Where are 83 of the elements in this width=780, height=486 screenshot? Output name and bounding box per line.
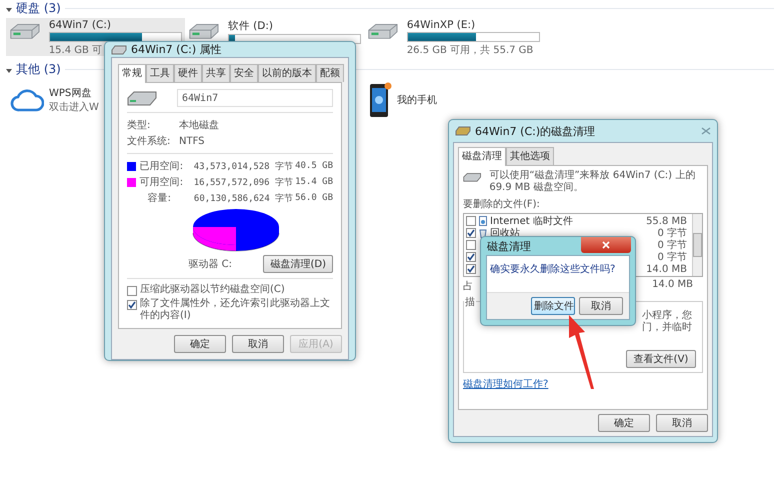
- tab[interactable]: 配额: [316, 64, 344, 82]
- section-title[interactable]: 其他 (3): [16, 61, 61, 78]
- byte-count: 60,130,586,624 字节: [194, 192, 294, 204]
- field-label: 容量:: [146, 192, 172, 205]
- item-subtitle: 双击进入W: [49, 100, 99, 114]
- drive-label: 驱动器 C:: [187, 258, 233, 271]
- size-value: 15.4 GB: [295, 177, 333, 187]
- field-label: 文件系统:: [127, 134, 172, 148]
- checkbox[interactable]: [127, 286, 137, 296]
- checkbox[interactable]: [127, 300, 137, 310]
- hard-drive-icon: [367, 22, 399, 40]
- checkbox[interactable]: [466, 252, 476, 262]
- dialog-button[interactable]: 删除文件: [531, 297, 575, 315]
- checkbox[interactable]: [466, 264, 476, 274]
- field-label: 类型:: [127, 118, 152, 132]
- section-title[interactable]: 硬盘 (3): [16, 0, 61, 17]
- drive-name: 软件 (D:): [228, 19, 274, 33]
- group-label: 描: [464, 295, 476, 309]
- byte-count: 43,573,014,528 字节: [194, 160, 294, 172]
- tab[interactable]: 工具: [146, 64, 174, 82]
- byte-count: 16,557,572,096 字节: [194, 176, 294, 188]
- dialog-button[interactable]: 取消: [232, 335, 284, 353]
- file-size: 14.0 MB: [646, 264, 688, 274]
- scrollbar[interactable]: [692, 214, 702, 276]
- dialog-button[interactable]: 取消: [656, 414, 708, 432]
- checkbox-label[interactable]: 压缩此驱动器以节约磁盘空间(C): [140, 284, 285, 296]
- tab[interactable]: 共享: [202, 64, 230, 82]
- checkbox[interactable]: [466, 228, 476, 238]
- drive-name: 64Win7 (C:): [48, 19, 112, 31]
- file-category[interactable]: Internet 临时文件: [490, 214, 573, 228]
- total-value: 14.0 MB: [652, 279, 693, 292]
- help-link[interactable]: 磁盘清理如何工作?: [463, 377, 548, 391]
- tab[interactable]: 其他选项: [506, 147, 554, 165]
- description-text: 门，并临时: [642, 322, 692, 334]
- drive-item[interactable]: 64WinXP (E:) 26.5 GB 可用，共 55.7 GB: [364, 18, 543, 56]
- field-label: 可用空间:: [140, 176, 184, 189]
- field-value: NTFS: [179, 136, 205, 146]
- drive-icon: [455, 126, 471, 136]
- checkbox[interactable]: [466, 216, 476, 226]
- dialog-button[interactable]: 确定: [174, 335, 226, 353]
- disk-cleanup-button[interactable]: 磁盘清理(D): [263, 255, 333, 273]
- tab[interactable]: 安全: [230, 64, 258, 82]
- free-space-text: 15.4 GB 可: [48, 44, 102, 57]
- window-title: 磁盘清理: [487, 238, 531, 254]
- file-size: 55.8 MB: [646, 216, 688, 226]
- drive-name-field[interactable]: 64Win7: [177, 89, 333, 107]
- cloud-icon[interactable]: [10, 87, 44, 113]
- tab[interactable]: 硬件: [174, 64, 202, 82]
- item-name[interactable]: 我的手机: [397, 93, 437, 107]
- hard-drive-icon: [127, 90, 157, 106]
- checkbox-label[interactable]: 除了文件属性外，还允许索引此驱动器上文件的内容(I): [140, 298, 333, 322]
- close-button[interactable]: [581, 237, 631, 253]
- intro-text: 可以使用“磁盘清理”来释放 64Win7 (C:) 上的 69.9 MB 磁盘空间。: [489, 170, 696, 193]
- item-name[interactable]: WPS网盘: [49, 86, 99, 100]
- free-space-text: 26.5 GB 可用，共 55.7 GB: [406, 44, 534, 57]
- description-text: 小程序，您: [642, 310, 692, 322]
- tab[interactable]: 常规: [118, 64, 146, 83]
- drive-icon: [111, 44, 127, 54]
- view-files-button[interactable]: 查看文件(V): [626, 350, 696, 368]
- tab[interactable]: 磁盘清理: [458, 147, 506, 166]
- field-value: 本地磁盘: [179, 118, 219, 132]
- collapse-caret-icon[interactable]: [6, 8, 12, 12]
- size-value: 56.0 GB: [295, 193, 333, 203]
- hard-drive-icon: [463, 170, 482, 184]
- list-label: 要删除的文件(F):: [463, 198, 541, 211]
- dialog-button[interactable]: 确定: [598, 414, 650, 432]
- file-size: 0 字节: [657, 238, 688, 252]
- checkbox[interactable]: [466, 240, 476, 250]
- file-size: 0 字节: [657, 226, 688, 240]
- phone-icon[interactable]: [368, 82, 392, 118]
- size-value: 40.5 GB: [295, 161, 333, 171]
- field-label: 已用空间:: [140, 160, 184, 173]
- dialog-button[interactable]: 取消: [579, 297, 623, 315]
- total-label: 占: [463, 280, 473, 293]
- file-size: 0 字节: [657, 250, 688, 264]
- collapse-caret-icon[interactable]: [6, 68, 12, 72]
- hard-drive-icon: [188, 22, 220, 40]
- hard-drive-icon: [9, 22, 41, 40]
- tab[interactable]: 以前的版本: [258, 64, 316, 82]
- page-icon: [479, 216, 487, 226]
- confirm-message: 确实要永久删除这些文件吗?: [489, 262, 616, 277]
- drive-name: 64WinXP (E:): [406, 19, 476, 31]
- window-title: 64Win7 (C:)的磁盘清理: [475, 124, 596, 138]
